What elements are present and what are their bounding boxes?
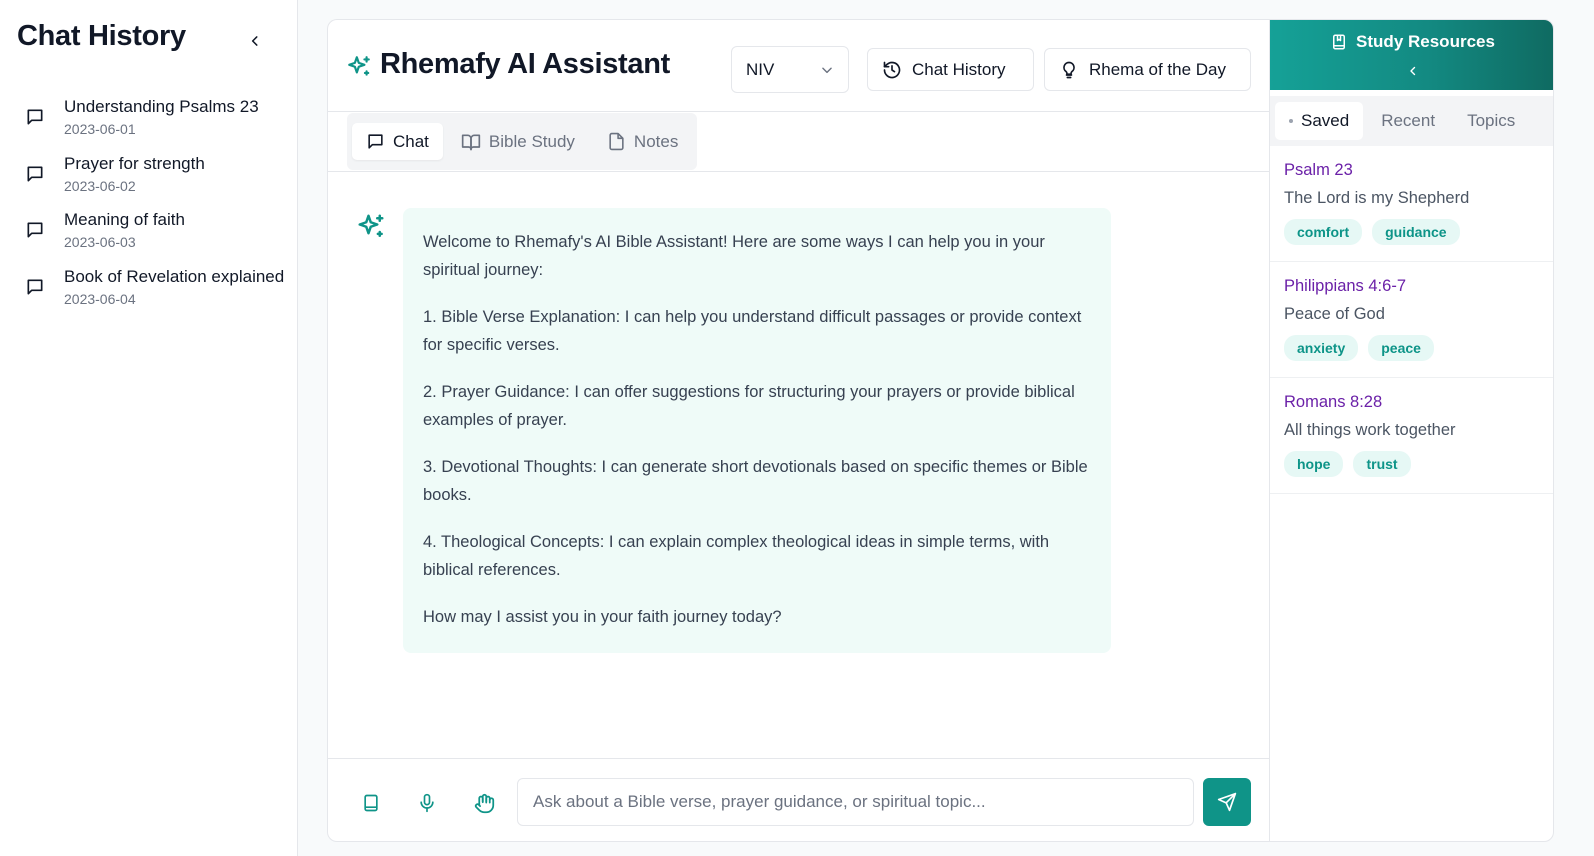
- resource-tags: hope trust: [1284, 451, 1541, 477]
- prayer-button[interactable]: [469, 788, 499, 818]
- bible-book-button[interactable]: [356, 788, 386, 818]
- history-item-title: Understanding Psalms 23: [64, 97, 259, 116]
- rhema-of-the-day-button[interactable]: Rhema of the Day: [1044, 48, 1251, 91]
- history-item[interactable]: Understanding Psalms 23 2023-06-01: [0, 96, 297, 153]
- resource-tag[interactable]: trust: [1353, 451, 1411, 477]
- resource-tag[interactable]: hope: [1284, 451, 1344, 477]
- history-item[interactable]: Prayer for strength 2023-06-02: [0, 153, 297, 210]
- send-icon: [1217, 792, 1237, 812]
- tab-notes[interactable]: Notes: [593, 123, 692, 160]
- message-paragraph: 1. Bible Verse Explanation: I can help y…: [423, 308, 1082, 354]
- collapse-resources-button[interactable]: [1403, 61, 1423, 81]
- lightbulb-icon: [1063, 61, 1075, 78]
- voice-input-button[interactable]: [412, 788, 442, 818]
- collapse-sidebar-button[interactable]: [244, 30, 266, 52]
- message-paragraph: 2. Prayer Guidance: I can offer suggesti…: [423, 383, 1075, 429]
- book-icon: [364, 794, 378, 812]
- chat-history-button[interactable]: Chat History: [867, 48, 1034, 91]
- tab-label: Saved: [1301, 111, 1350, 130]
- study-resources-title: Study Resources: [1270, 32, 1553, 52]
- dot-icon: [1289, 119, 1293, 123]
- bible-version-select[interactable]: NIV: [731, 46, 849, 93]
- tabs-bar: Chat Bible Study Notes: [328, 112, 1271, 172]
- history-item-title: Book of Revelation explained: [64, 266, 285, 286]
- resource-tag[interactable]: peace: [1368, 335, 1434, 361]
- resource-tag[interactable]: comfort: [1284, 219, 1363, 245]
- resource-reference: Romans 8:28: [1284, 393, 1383, 411]
- resource-tag[interactable]: guidance: [1372, 219, 1460, 245]
- sparkles-icon: [356, 212, 386, 242]
- resource-tag[interactable]: anxiety: [1284, 335, 1359, 361]
- resources-tabs: Saved Recent Topics: [1270, 96, 1553, 146]
- resource-item[interactable]: Romans 8:28 All things work together hop…: [1270, 378, 1553, 494]
- message-square-icon: [25, 220, 45, 240]
- message-paragraph: How may I assist you in your faith journ…: [423, 608, 782, 626]
- bible-version-value: NIV: [746, 59, 775, 79]
- message-square-icon: [25, 277, 45, 297]
- sidebar-title: Chat History: [17, 20, 186, 52]
- message-square-icon: [25, 107, 45, 127]
- rhema-of-the-day-label: Rhema of the Day: [1089, 59, 1227, 79]
- microphone-icon: [420, 793, 434, 813]
- tab-label: Recent: [1381, 111, 1436, 130]
- chat-messages: Welcome to Rhemafy's AI Bible Assistant!…: [328, 173, 1271, 759]
- history-item[interactable]: Book of Revelation explained 2023-06-04: [0, 266, 297, 323]
- chat-input-bar: [328, 758, 1271, 841]
- history-item-date: 2023-06-01: [64, 121, 136, 137]
- message-paragraph: 3. Devotional Thoughts: I can generate s…: [423, 458, 1088, 504]
- history-icon: [883, 61, 901, 78]
- resource-tags: anxiety peace: [1284, 335, 1541, 361]
- book-open-icon: [461, 134, 481, 150]
- history-item-date: 2023-06-03: [64, 234, 136, 250]
- tab-bible-study[interactable]: Bible Study: [447, 123, 589, 160]
- tab-recent[interactable]: Recent: [1367, 102, 1449, 140]
- chevron-left-icon: [1410, 66, 1416, 76]
- message-square-icon: [25, 164, 45, 184]
- study-resources-title-text: Study Resources: [1356, 32, 1495, 51]
- main-tabs: Chat Bible Study Notes: [347, 113, 698, 170]
- resource-subtitle: Peace of God: [1284, 305, 1385, 323]
- main-header: Rhemafy AI Assistant NIV Chat History Rh…: [328, 20, 1271, 112]
- history-item-title: Prayer for strength: [64, 153, 205, 173]
- app-title: Rhemafy AI Assistant: [380, 48, 670, 80]
- chat-history-sidebar: Chat History Understanding Psalms 23 202…: [0, 0, 298, 856]
- tab-chat[interactable]: Chat: [352, 123, 443, 160]
- study-resources-panel: Study Resources Saved Recent Topics Psal…: [1269, 19, 1554, 842]
- history-item-title: Meaning of faith: [64, 210, 185, 229]
- resource-tags: comfort guidance: [1284, 219, 1541, 245]
- sparkles-icon: [346, 54, 372, 80]
- chevron-down-icon: [822, 67, 832, 73]
- resource-reference: Psalm 23: [1284, 161, 1353, 179]
- tab-label: Topics: [1467, 111, 1516, 130]
- send-button[interactable]: [1203, 778, 1251, 826]
- history-item[interactable]: Meaning of faith 2023-06-03: [0, 209, 297, 266]
- resources-list: Psalm 23 The Lord is my Shepherd comfort…: [1270, 146, 1553, 494]
- chat-history-button-label: Chat History: [912, 59, 1006, 79]
- resource-item[interactable]: Psalm 23 The Lord is my Shepherd comfort…: [1270, 146, 1553, 262]
- bookmark-book-icon: [1333, 34, 1346, 50]
- history-list: Understanding Psalms 23 2023-06-01 Praye…: [0, 96, 297, 322]
- chat-input[interactable]: [517, 778, 1194, 826]
- history-item-date: 2023-06-04: [64, 290, 136, 307]
- resource-subtitle: All things work together: [1284, 421, 1456, 439]
- tab-label: Bible Study: [488, 131, 575, 151]
- main-panel: Rhemafy AI Assistant NIV Chat History Rh…: [327, 19, 1271, 842]
- chevron-left-icon: [251, 36, 258, 46]
- tab-topics[interactable]: Topics: [1453, 102, 1529, 140]
- message-paragraph: 4. Theological Concepts: I can explain c…: [423, 533, 1050, 579]
- resource-subtitle: The Lord is my Shepherd: [1284, 189, 1470, 207]
- history-item-date: 2023-06-02: [64, 177, 136, 194]
- file-icon: [609, 132, 624, 151]
- assistant-message: Welcome to Rhemafy's AI Bible Assistant!…: [403, 208, 1111, 653]
- tab-label: Chat: [393, 131, 429, 151]
- tab-label: Notes: [633, 131, 679, 151]
- study-resources-header: Study Resources: [1270, 20, 1553, 90]
- resource-reference: Philippians 4:6-7: [1284, 277, 1406, 295]
- tab-saved[interactable]: Saved: [1275, 102, 1364, 140]
- message-paragraph: Welcome to Rhemafy's AI Bible Assistant!…: [423, 233, 1045, 279]
- message-square-icon: [368, 134, 383, 149]
- resource-item[interactable]: Philippians 4:6-7 Peace of God anxiety p…: [1270, 262, 1553, 378]
- hand-icon: [474, 793, 494, 813]
